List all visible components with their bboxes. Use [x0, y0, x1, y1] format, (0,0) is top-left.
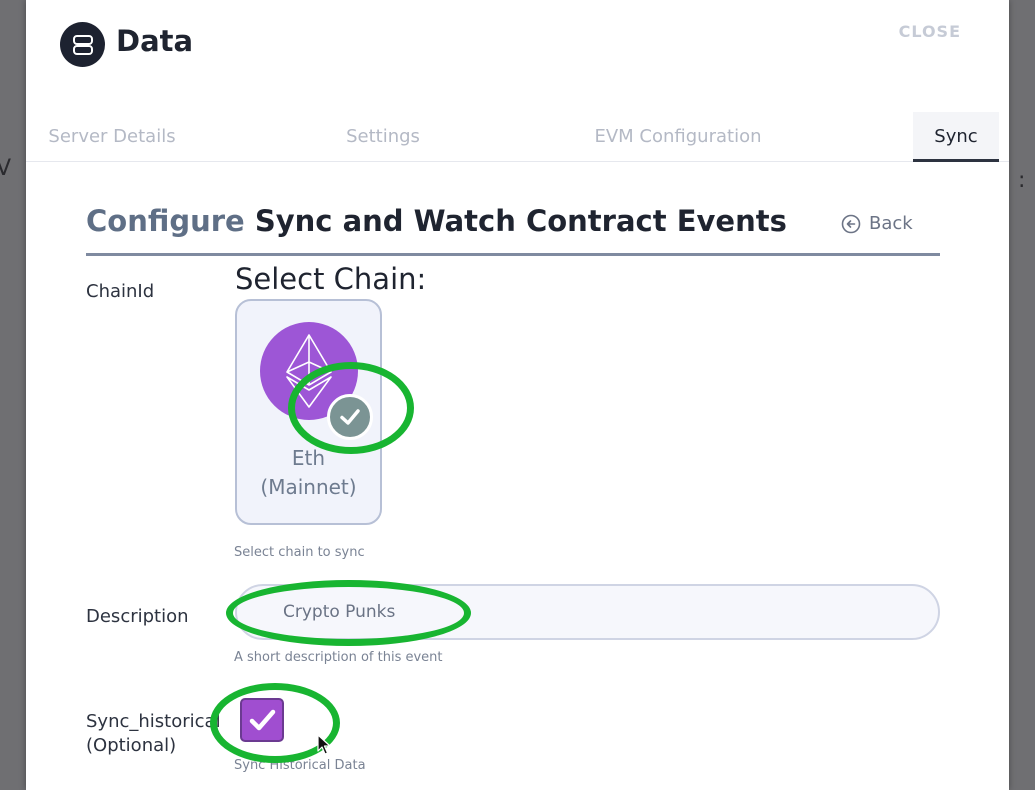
arrow-left-circle-icon [841, 214, 861, 233]
selected-check-icon [327, 394, 373, 440]
title-divider [86, 253, 940, 256]
description-input[interactable]: Crypto Punks [235, 584, 940, 640]
select-chain-heading: Select Chain: [235, 262, 427, 296]
description-helper: A short description of this event [234, 650, 443, 665]
backdrop-text-right: : [1018, 168, 1026, 193]
checkmark-icon [249, 709, 276, 731]
backdrop-text-left: V [0, 156, 12, 181]
sync-historical-helper: Sync Historical Data [234, 758, 366, 773]
mouse-pointer-icon [317, 734, 331, 755]
chain-card-eth-mainnet[interactable]: Eth (Mainnet) [235, 299, 382, 525]
description-label: Description [86, 606, 189, 627]
tab-sync[interactable]: Sync [913, 112, 999, 162]
chainid-label: ChainId [86, 281, 155, 302]
tab-evm-configuration[interactable]: EVM Configuration [566, 112, 790, 162]
page-title: Configure Sync and Watch Contract Events [86, 204, 787, 238]
sync-historical-label-line1: Sync_historical [86, 711, 221, 732]
back-label: Back [869, 213, 913, 234]
page-title-prefix: Configure [86, 204, 245, 238]
data-modal: Data CLOSE Server Details Settings EVM C… [26, 0, 1009, 790]
chain-name: Eth (Mainnet) [260, 446, 357, 499]
sync-historical-checkbox[interactable] [240, 698, 284, 742]
chainid-helper: Select chain to sync [234, 545, 365, 560]
page-title-rest: Sync and Watch Contract Events [254, 204, 787, 238]
sync-historical-label: Sync_historical (Optional) [86, 710, 221, 758]
tab-server-details[interactable]: Server Details [26, 112, 198, 162]
app-title: Data [116, 24, 194, 58]
tab-settings[interactable]: Settings [309, 112, 457, 162]
close-button[interactable]: CLOSE [899, 22, 961, 41]
database-logo-icon [60, 22, 105, 67]
back-link[interactable]: Back [841, 213, 913, 234]
sync-historical-label-line2: (Optional) [86, 735, 177, 756]
tab-bar: Server Details Settings EVM Configuratio… [26, 112, 1009, 162]
